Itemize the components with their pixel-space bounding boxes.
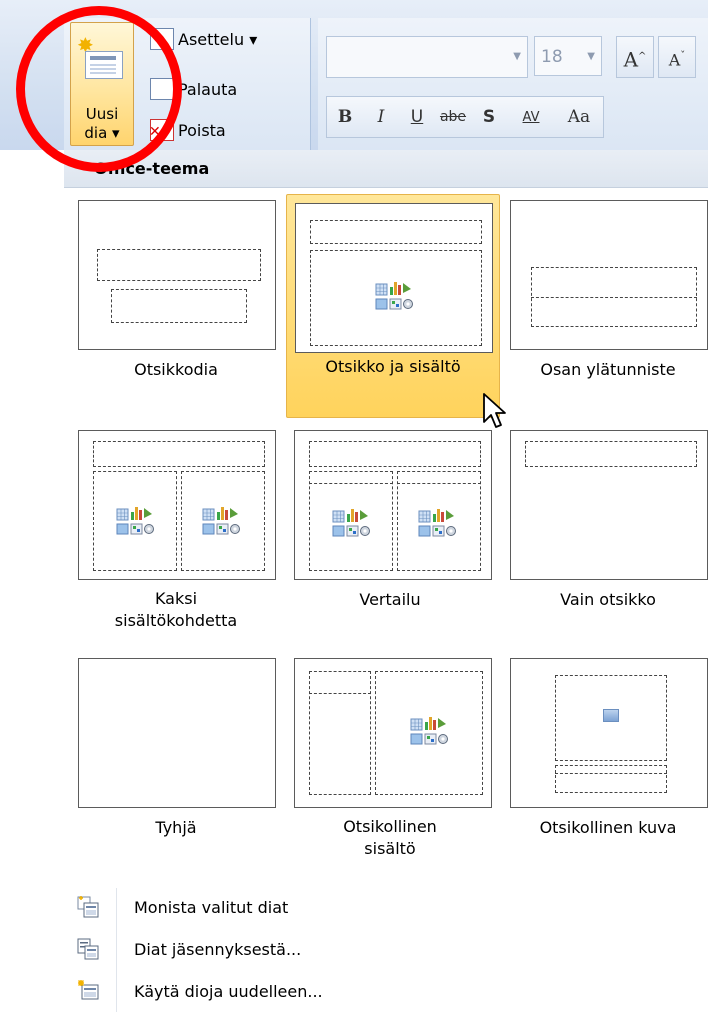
layout-thumbnail — [510, 430, 708, 580]
font-group: ▼ 18 ▼ A^ Aˇ B I U abe S AV Aa — [318, 18, 708, 150]
menu-item-from-outline[interactable]: Diat jäsennyksestä... — [64, 930, 708, 968]
layout-label: Otsikkodia — [134, 360, 218, 379]
layout-picture-with-caption[interactable]: Otsikollinen kuva — [504, 648, 708, 868]
shrink-font-button[interactable]: Aˇ — [658, 36, 696, 78]
annotation-ring — [16, 6, 182, 172]
strikethrough-button[interactable]: abe — [435, 109, 471, 125]
layout-label: Tyhjä — [155, 818, 197, 837]
layout-label: Otsikollinen kuva — [539, 818, 677, 837]
layout-thumbnail — [78, 658, 276, 808]
bold-button[interactable]: B — [327, 107, 363, 127]
layout-thumbnail — [78, 200, 276, 350]
reuse-slides-icon — [76, 979, 100, 1003]
new-slide-menu: Monista valitut diat Diat jäsennyksestä.… — [64, 888, 708, 1012]
layout-blank[interactable]: Tyhjä — [68, 648, 280, 868]
menu-item-duplicate[interactable]: Monista valitut diat — [64, 888, 708, 926]
layout-label: Otsikollinen sisältö — [343, 817, 437, 858]
layout-thumbnail — [510, 658, 708, 808]
content-placeholder-icon — [331, 507, 371, 541]
layout-comparison[interactable]: Vertailu — [286, 420, 498, 640]
layout-section-header[interactable]: Osan ylätunniste — [504, 190, 708, 416]
layout-thumbnail — [510, 200, 708, 350]
content-placeholder-icon — [417, 507, 457, 541]
gallery-header: Office-teema — [64, 150, 708, 188]
layout-thumbnail — [295, 203, 493, 353]
content-placeholder-icon — [115, 505, 155, 539]
shadow-button[interactable]: S — [471, 107, 507, 127]
layout-label: Kaksi sisältökohdetta — [114, 589, 238, 630]
layout-two-content[interactable]: Kaksi sisältökohdetta — [68, 420, 280, 640]
menu-item-reuse[interactable]: Käytä dioja uudelleen... — [64, 972, 708, 1010]
character-spacing-button[interactable]: AV — [507, 110, 555, 125]
format-toolbar: B I U abe S AV Aa — [326, 96, 604, 138]
underline-button[interactable]: U — [399, 107, 435, 127]
duplicate-slides-icon — [76, 895, 100, 919]
content-placeholder-icon — [201, 505, 241, 539]
font-name-select[interactable]: ▼ — [326, 36, 528, 78]
layout-label: Otsikko ja sisältö — [325, 357, 461, 376]
font-size-select[interactable]: 18 ▼ — [534, 36, 602, 76]
layout-thumbnail — [294, 430, 492, 580]
italic-button[interactable]: I — [363, 107, 399, 127]
picture-placeholder-icon — [603, 709, 619, 722]
layout-content-with-caption[interactable]: Otsikollinen sisältö — [286, 648, 498, 868]
layout-label: Vain otsikko — [560, 590, 656, 609]
layout-thumbnail — [78, 430, 276, 580]
slides-from-outline-icon — [76, 937, 100, 961]
layout-title-slide[interactable]: Otsikkodia — [68, 190, 280, 416]
layout-title-and-content[interactable]: Otsikko ja sisältö — [286, 194, 500, 418]
layout-thumbnail — [294, 658, 492, 808]
change-case-button[interactable]: Aa — [555, 107, 603, 127]
layout-label: Osan ylätunniste — [540, 360, 676, 379]
mouse-cursor-icon — [483, 393, 506, 428]
content-placeholder-icon — [409, 715, 449, 749]
content-placeholder-icon — [374, 280, 414, 314]
layout-gallery: Otsikkodia Otsikko ja sisältö Osan ylätu… — [64, 188, 708, 888]
layout-label: Vertailu — [359, 590, 421, 609]
layout-title-only[interactable]: Vain otsikko — [504, 420, 708, 640]
grow-font-button[interactable]: A^ — [616, 36, 654, 78]
